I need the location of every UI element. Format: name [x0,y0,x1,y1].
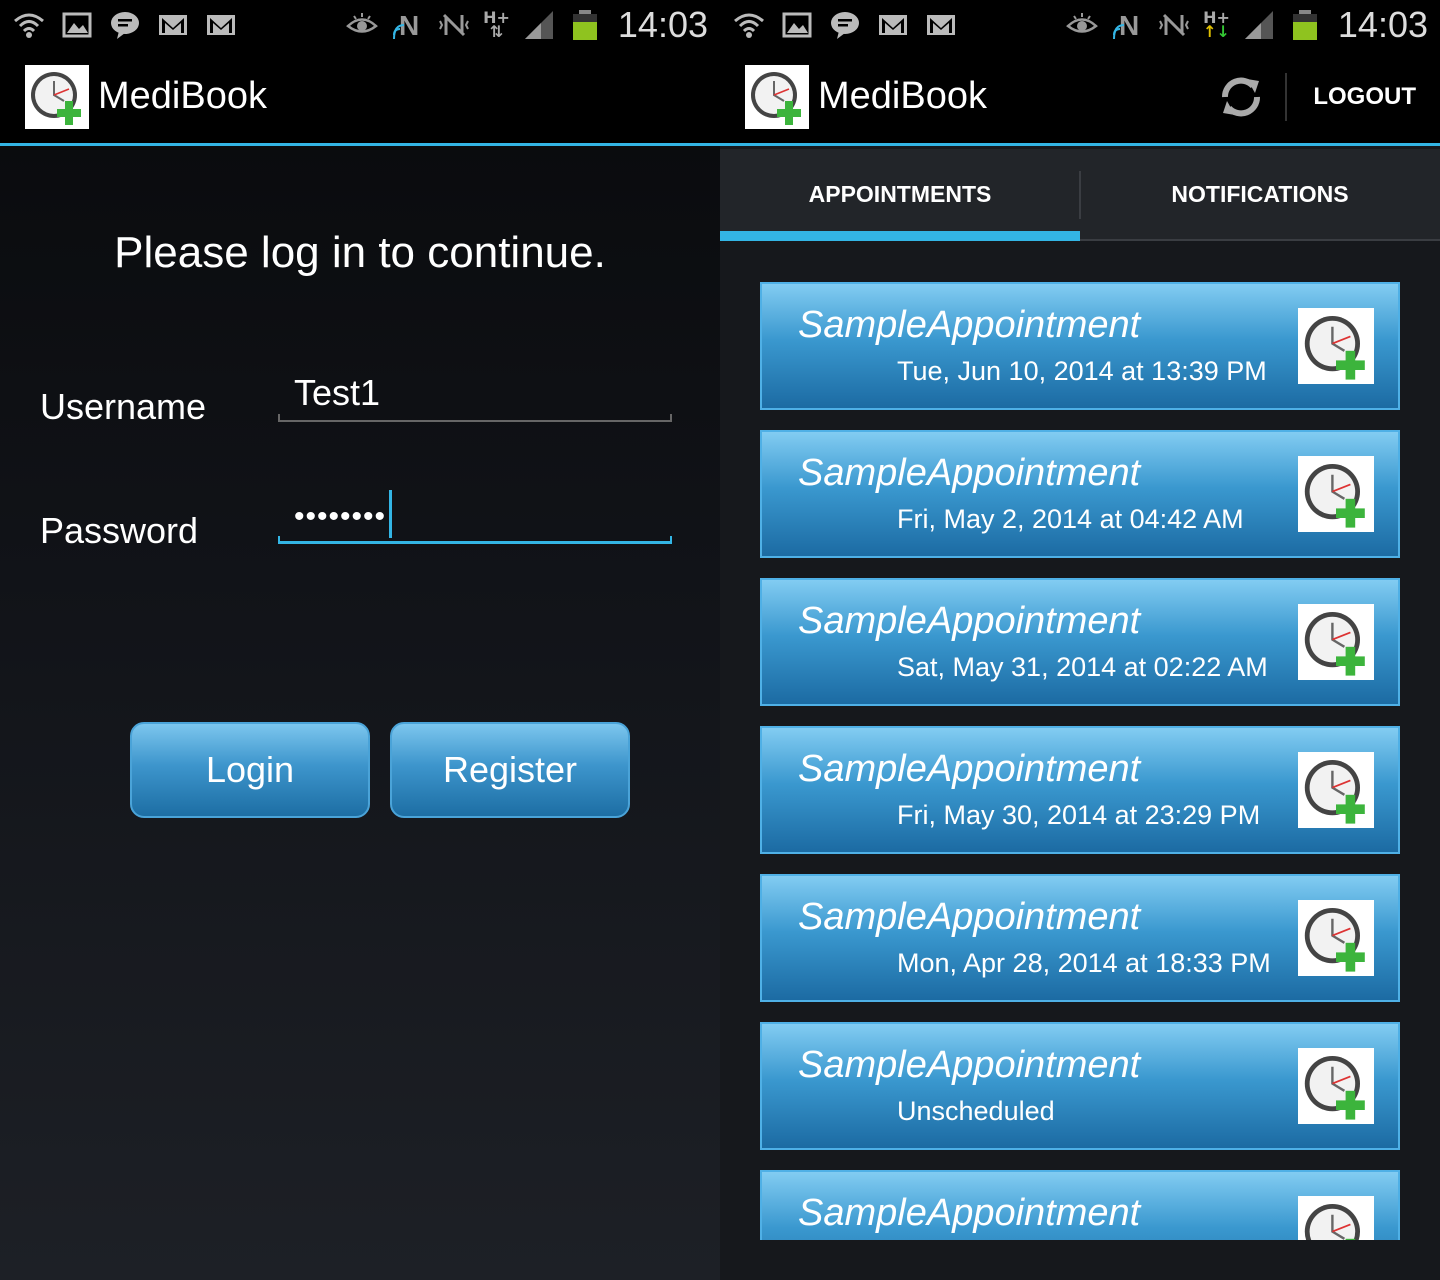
password-value: •••••••• [294,500,387,533]
appointment-title: SampleAppointment [798,600,1141,642]
appointment-date: Fri, May 30, 2014 at 23:29 PM [897,800,1261,830]
action-bar: MediBook [0,50,720,146]
appointment-item[interactable]: SampleAppointment Unscheduled [760,1022,1400,1150]
username-value: Test1 [294,372,381,413]
mail-icon [924,8,958,42]
clock-plus-icon [1298,900,1374,976]
clock: 14:03 [617,4,708,45]
logout-button[interactable]: LOGOUT [1287,50,1440,143]
appointment-title: SampleAppointment [798,748,1141,790]
image-icon [780,8,814,42]
clock-plus-icon [1298,1196,1374,1240]
password-label: Password [40,510,199,551]
status-bar: N H+ ⇅ 14:03 [0,0,720,50]
clock-plus-icon [1298,752,1374,828]
nfc-icon: N [391,8,425,42]
appointment-list[interactable]: SampleAppointment Tue, Jun 10, 2014 at 1… [760,282,1400,1240]
app-title: MediBook [818,75,987,117]
tab-bar: APPOINTMENTS NOTIFICATIONS [720,149,1440,241]
refresh-icon[interactable] [1197,50,1285,143]
appointments-screen: N H+ ↑↓ 14:03 MediBook LOGOUT APPOINTMEN… [720,0,1440,1280]
vibrate-icon [437,8,471,42]
network-type: H+ ↑↓ [1203,8,1230,41]
register-button[interactable]: Register [390,722,630,818]
tab-appointments[interactable]: APPOINTMENTS [720,149,1080,241]
appointment-date: Mon, Apr 28, 2014 at 18:33 PM [897,948,1271,978]
clock-plus-icon [1298,604,1374,680]
appointment-date: Fri, May 2, 2014 at 04:42 AM [897,504,1244,534]
app-title: MediBook [98,75,267,117]
battery-icon [568,8,602,42]
status-bar: N H+ ↑↓ 14:03 [720,0,1440,50]
login-button[interactable]: Login [130,722,370,818]
login-heading: Please log in to continue. [114,228,606,277]
clock-plus-icon [1298,308,1374,384]
clock-plus-icon[interactable] [25,64,89,129]
mail-icon [204,8,238,42]
eye-icon [345,8,379,42]
appointment-title: SampleAppointment [798,304,1141,346]
appointment-date: Tue, Jun 10, 2014 at 13:39 PM [897,356,1267,386]
appointment-title: SampleAppointment [798,1192,1141,1234]
vibrate-icon [1157,8,1191,42]
appointment-date: Sat, May 31, 2014 at 02:22 AM [897,652,1268,682]
nfc-icon: N [1111,8,1145,42]
appointment-item[interactable]: SampleAppointment Fri, May 30, 2014 at 2… [760,726,1400,854]
wifi-icon [12,8,46,42]
login-screen: N H+ ⇅ 14:03 MediBook Please log in to co… [0,0,720,1280]
appointment-item[interactable]: SampleAppointment Mon, Apr 28, 2014 at 1… [760,874,1400,1002]
username-input[interactable]: Test1 [278,368,672,422]
chat-icon [108,8,142,42]
chat-icon [828,8,862,42]
signal-icon [1242,8,1276,42]
appointment-title: SampleAppointment [798,452,1141,494]
clock-plus-icon [1298,1048,1374,1124]
action-bar: MediBook LOGOUT [720,50,1440,146]
tab-notifications[interactable]: NOTIFICATIONS [1080,149,1440,239]
image-icon [60,8,94,42]
appointment-item[interactable]: SampleAppointment Tue, Jun 10, 2014 at 1… [760,282,1400,410]
username-label: Username [40,386,207,427]
wifi-icon [732,8,766,42]
password-input[interactable]: •••••••• [278,490,672,544]
appointment-title: SampleAppointment [798,1044,1141,1086]
clock-plus-icon[interactable] [745,64,809,129]
mail-icon [156,8,190,42]
appointment-item[interactable]: SampleAppointment Fri, May 2, 2014 at 04… [760,430,1400,558]
appointment-item[interactable]: SampleAppointment Sat, May 31, 2014 at 0… [760,578,1400,706]
battery-icon [1288,8,1322,42]
eye-icon [1065,8,1099,42]
signal-icon [522,8,556,42]
clock: 14:03 [1337,4,1428,45]
appointment-item[interactable]: SampleAppointment [760,1170,1400,1240]
clock-plus-icon [1298,456,1374,532]
text-caret [389,490,392,538]
appointment-date: Unscheduled [897,1096,1055,1126]
mail-icon [876,8,910,42]
appointment-title: SampleAppointment [798,896,1141,938]
network-type: H+ ⇅ [483,8,510,41]
